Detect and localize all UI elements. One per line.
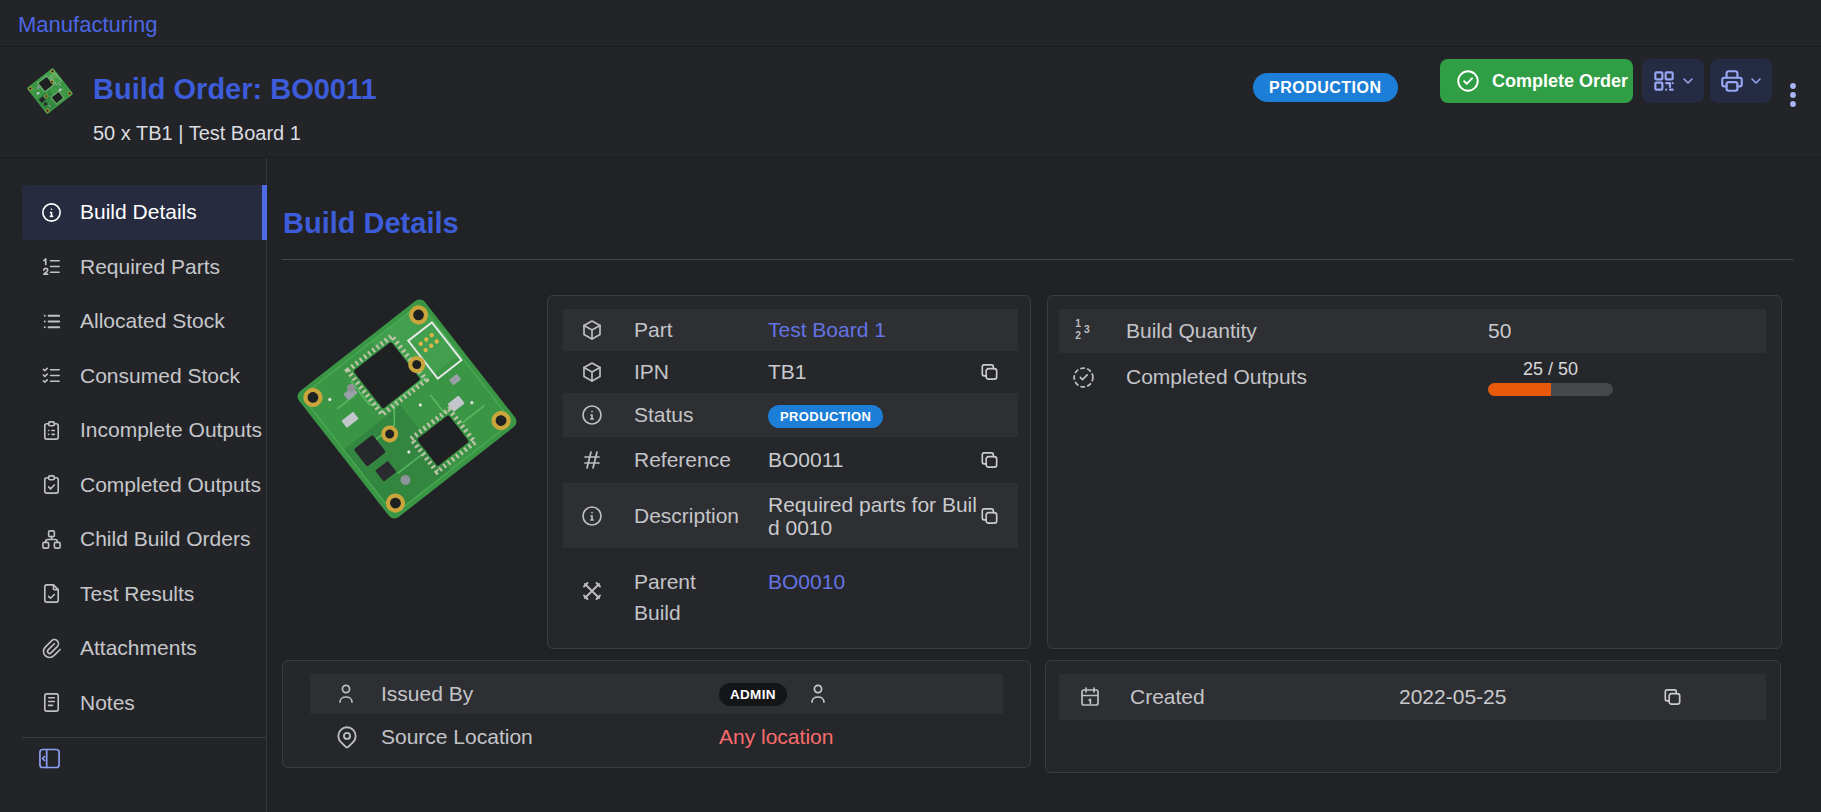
- copy-icon: [978, 504, 1001, 527]
- progress-bar-fill: [1488, 383, 1551, 396]
- sidebar-collapse-button[interactable]: [36, 745, 63, 772]
- chevron-down-icon: [1680, 73, 1696, 89]
- svg-text:2: 2: [1075, 329, 1081, 340]
- created-panel: Created 2022-05-25: [1045, 660, 1781, 773]
- part-link[interactable]: Test Board 1: [768, 318, 1018, 342]
- sidebar-item-test-results[interactable]: Test Results: [22, 567, 266, 622]
- part-thumbnail-image[interactable]: [26, 67, 74, 115]
- parent-build-link[interactable]: BO0010: [768, 570, 1018, 594]
- build-details-panel: Part Test Board 1 IPN TB1 Status PRODUCT…: [547, 295, 1031, 649]
- part-image[interactable]: [292, 294, 522, 524]
- breadcrumb-link-manufacturing[interactable]: Manufacturing: [18, 12, 157, 38]
- sidebar-item-notes[interactable]: Notes: [22, 676, 266, 731]
- barcode-actions-button[interactable]: [1642, 59, 1704, 103]
- admin-badge: ADMIN: [719, 683, 787, 706]
- detail-row-parent-build: Parent Build BO0010: [563, 548, 1018, 640]
- sidebar-item-child-build-orders[interactable]: Child Build Orders: [22, 512, 266, 567]
- list-icon: [40, 310, 63, 333]
- svg-text:1: 1: [1075, 318, 1081, 329]
- info-circle-icon: [580, 403, 604, 427]
- detail-row-status: Status PRODUCTION: [563, 393, 1018, 437]
- hash-icon: [580, 448, 604, 472]
- circle-check-icon: [1455, 68, 1481, 94]
- tools-cross-icon: [580, 579, 604, 603]
- detail-row-reference: Reference BO0011: [563, 437, 1018, 483]
- detail-row-issued-by: Issued By ADMIN: [310, 674, 1003, 714]
- detail-row-source-location: Source Location Any location: [310, 714, 1003, 760]
- issued-by-panel: Issued By ADMIN Source Location Any loca…: [282, 660, 1031, 768]
- calendar-icon: [1078, 685, 1102, 709]
- progress-check-icon: [1071, 365, 1096, 390]
- status-badge: PRODUCTION: [768, 405, 883, 428]
- sidebar-item-build-details[interactable]: Build Details: [22, 185, 266, 240]
- user-icon: [806, 682, 830, 706]
- chevron-down-icon: [1748, 73, 1764, 89]
- sidebar-divider: [22, 737, 266, 738]
- detail-row-build-quantity: 123 Build Quantity 50: [1059, 309, 1766, 353]
- box-icon: [580, 318, 604, 342]
- numbers-123-icon: 123: [1071, 316, 1097, 342]
- copy-button[interactable]: [978, 449, 1001, 472]
- info-circle-icon: [40, 201, 63, 224]
- detail-row-created: Created 2022-05-25: [1059, 674, 1766, 720]
- printer-icon: [1719, 68, 1745, 94]
- status-badge: PRODUCTION: [1253, 73, 1398, 102]
- section-divider: [282, 259, 1793, 260]
- copy-icon: [978, 449, 1001, 472]
- options-menu-button[interactable]: [1787, 82, 1799, 108]
- sidebar-item-completed-outputs[interactable]: Completed Outputs: [22, 458, 266, 513]
- page-title: Build Order: BO0011: [93, 73, 377, 106]
- sidebar-item-incomplete-outputs[interactable]: Incomplete Outputs: [22, 403, 266, 458]
- copy-button[interactable]: [1661, 686, 1684, 709]
- progress-bar: [1488, 383, 1613, 396]
- completed-outputs-progress: 25 / 50: [1488, 359, 1613, 396]
- page-subtitle: 50 x TB1 | Test Board 1: [93, 122, 301, 145]
- copy-button[interactable]: [978, 361, 1001, 384]
- clipboard-check-icon: [40, 473, 63, 496]
- detail-row-ipn: IPN TB1: [563, 351, 1018, 393]
- list-numbers-icon: [40, 255, 63, 278]
- svg-text:3: 3: [1084, 324, 1090, 335]
- complete-order-button[interactable]: Complete Order: [1440, 59, 1633, 103]
- copy-icon: [1661, 686, 1684, 709]
- page-header: Build Order: BO0011 50 x TB1 | Test Boar…: [0, 47, 1821, 158]
- print-actions-button[interactable]: [1710, 59, 1772, 103]
- source-location-value: Any location: [719, 725, 1003, 749]
- user-icon: [334, 682, 358, 706]
- qr-code-icon: [1651, 68, 1677, 94]
- build-quantity-panel: 123 Build Quantity 50 Completed Outputs …: [1047, 295, 1782, 649]
- detail-row-description: Description Required parts for Build 001…: [563, 483, 1018, 548]
- clipboard-list-icon: [40, 419, 63, 442]
- detail-row-completed-outputs: Completed Outputs 25 / 50: [1059, 353, 1766, 401]
- sidebar-item-attachments[interactable]: Attachments: [22, 621, 266, 676]
- section-heading: Build Details: [283, 207, 459, 240]
- panel-collapse-left-icon: [36, 745, 63, 772]
- file-check-icon: [40, 582, 63, 605]
- list-check-icon: [40, 364, 63, 387]
- notes-icon: [40, 691, 63, 714]
- sidebar-item-consumed-stock[interactable]: Consumed Stock: [22, 349, 266, 404]
- copy-button[interactable]: [978, 504, 1001, 527]
- sitemap-icon: [40, 528, 63, 551]
- detail-row-part: Part Test Board 1: [563, 309, 1018, 351]
- info-circle-icon: [580, 504, 604, 528]
- sidebar-item-required-parts[interactable]: Required Parts: [22, 240, 266, 295]
- sidebar: Build Details Required Parts Allocated S…: [22, 185, 266, 730]
- copy-icon: [978, 361, 1001, 384]
- dots-vertical-icon: [1787, 82, 1799, 108]
- box-icon: [580, 360, 604, 384]
- sidebar-item-allocated-stock[interactable]: Allocated Stock: [22, 294, 266, 349]
- sidebar-divider-vertical: [266, 158, 267, 812]
- paperclip-icon: [40, 637, 63, 660]
- map-pin-icon: [334, 724, 360, 750]
- breadcrumb-bar: Manufacturing: [0, 0, 1821, 47]
